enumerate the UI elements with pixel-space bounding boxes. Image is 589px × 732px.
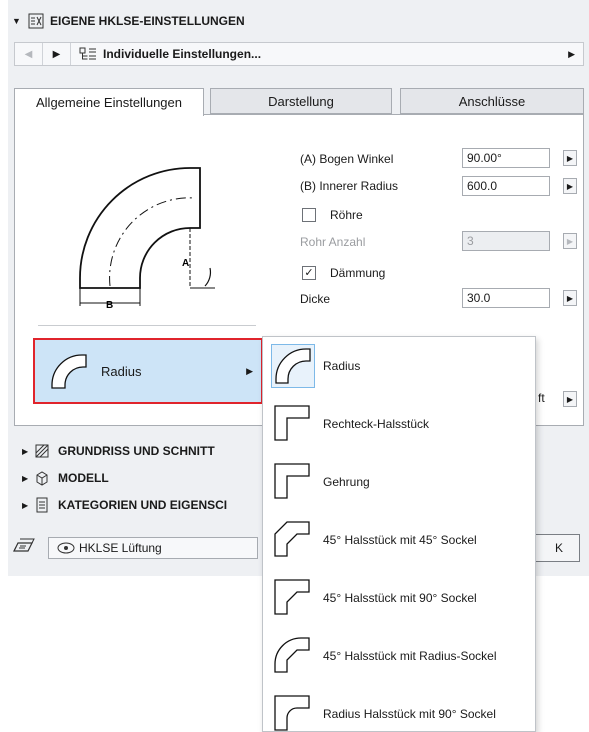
divider [38, 325, 256, 326]
menu-item-label: 45° Halsstück mit 90° Sockel [323, 591, 477, 605]
preview-label-b: B [106, 300, 113, 311]
elbow-type-dropdown: Radius Rechteck-Halsstück Gehrung 45° Ha… [262, 336, 536, 732]
menu-item-45-halsstueck-45-sockel[interactable]: 45° Halsstück mit 45° Sockel [263, 511, 535, 569]
menu-item-label: 45° Halsstück mit 45° Sockel [323, 533, 477, 547]
menu-item-radius-halsstueck-90-sockel[interactable]: Radius Halsstück mit 90° Sockel [263, 685, 535, 732]
tree-settings-icon [79, 47, 96, 60]
elbow-type-selector[interactable]: Radius ▶ [33, 338, 263, 404]
radius-throat-heel90-icon [271, 692, 315, 732]
menu-item-45-halsstueck-radius-sockel[interactable]: 45° Halsstück mit Radius-Sockel [263, 627, 535, 685]
dicke-label: Dicke [300, 292, 331, 306]
dicke-arrow-icon[interactable]: ▶ [563, 290, 577, 306]
bogen-winkel-arrow-icon[interactable]: ▶ [563, 150, 577, 166]
rohr-anzahl-input: 3 [462, 231, 550, 251]
menu-item-label: Radius [323, 359, 361, 373]
expand-triangle-icon: ▶ [22, 446, 29, 456]
elbow-type-label: Radius [101, 363, 142, 379]
collapse-triangle-icon[interactable]: ▼ [12, 16, 22, 26]
mitre-icon [271, 460, 315, 504]
expand-triangle-icon: ▶ [22, 500, 29, 510]
innerer-radius-input[interactable]: 600.0 [462, 176, 550, 196]
next-arrow-icon[interactable]: ▶ [43, 43, 71, 65]
model-cube-icon [34, 470, 50, 486]
rohr-anzahl-label: Rohr Anzahl [300, 235, 366, 249]
daemmung-checkbox[interactable]: ✓ [302, 266, 316, 280]
partial-arrow-icon[interactable]: ▶ [563, 391, 577, 407]
settings-navigator: ◀ ▶ Individuelle Einstellungen... ▶ [14, 42, 584, 66]
tab-label: Allgemeine Einstellungen [36, 95, 182, 110]
radius-elbow-icon [271, 344, 315, 388]
tab-bar: Allgemeine Einstellungen Darstellung Ans… [14, 88, 584, 116]
favorites-button[interactable]: HKLSE Lüftung [48, 537, 258, 559]
tab-anschluesse[interactable]: Anschlüsse [400, 88, 584, 114]
settings-selector[interactable]: Individuelle Einstellungen... [79, 46, 261, 62]
previous-arrow-icon[interactable]: ◀ [15, 43, 43, 65]
floor-plan-icon [34, 443, 50, 459]
elbow-preview-diagram: A B [79, 167, 215, 311]
selector-arrow-icon[interactable]: ▶ [568, 49, 575, 60]
bogen-winkel-label: (A) Bogen Winkel [300, 152, 394, 166]
partial-field-text: ft [538, 391, 545, 405]
preview-label-a: A [182, 258, 189, 269]
tab-label: Darstellung [268, 93, 334, 109]
submenu-arrow-icon: ▶ [246, 365, 253, 376]
daemmung-label: Dämmung [330, 266, 386, 280]
section-title: EIGENE HKLSE-EINSTELLUNGEN [50, 14, 245, 28]
section-label: GRUNDRISS UND SCHNITT [58, 444, 215, 458]
roehre-label: Röhre [330, 208, 363, 222]
radius-elbow-icon [51, 354, 87, 389]
throat45-radius-heel-icon [271, 634, 315, 678]
roehre-checkbox[interactable] [302, 208, 316, 222]
layer-icon[interactable] [12, 537, 38, 559]
menu-item-label: 45° Halsstück mit Radius-Sockel [323, 649, 497, 663]
throat45-heel90-icon [271, 576, 315, 620]
section-header[interactable]: ▼ EIGENE HKLSE-EINSTELLUNGEN [12, 8, 582, 34]
rohr-anzahl-arrow-icon: ▶ [563, 233, 577, 249]
document-list-icon [34, 497, 50, 513]
dicke-input[interactable]: 30.0 [462, 288, 550, 308]
favorites-label: HKLSE Lüftung [79, 541, 162, 555]
menu-item-radius[interactable]: Radius [263, 337, 535, 395]
ok-button-label: K [554, 541, 563, 555]
section-label: KATEGORIEN UND EIGENSCI [58, 498, 228, 512]
menu-item-label: Gehrung [323, 475, 370, 489]
innerer-radius-arrow-icon[interactable]: ▶ [563, 178, 577, 194]
bogen-winkel-input[interactable]: 90.00° [462, 148, 550, 168]
tab-darstellung[interactable]: Darstellung [210, 88, 392, 114]
rect-throat-icon [271, 402, 315, 446]
tab-label: Anschlüsse [458, 93, 526, 109]
settings-selector-label: Individuelle Einstellungen... [103, 47, 262, 61]
menu-item-45-halsstueck-90-sockel[interactable]: 45° Halsstück mit 90° Sockel [263, 569, 535, 627]
menu-item-label: Rechteck-Halsstück [323, 417, 430, 431]
section-label: MODELL [58, 471, 109, 485]
throat45-heel45-icon [271, 518, 315, 562]
menu-item-label: Radius Halsstück mit 90° Sockel [323, 707, 496, 721]
innerer-radius-label: (B) Innerer Radius [300, 179, 399, 193]
eye-icon [57, 542, 75, 554]
menu-item-rechteck-halsstueck[interactable]: Rechteck-Halsstück [263, 395, 535, 453]
menu-item-gehrung[interactable]: Gehrung [263, 453, 535, 511]
tab-allgemeine-einstellungen[interactable]: Allgemeine Einstellungen [14, 88, 204, 116]
hvac-settings-icon [28, 13, 44, 29]
expand-triangle-icon: ▶ [22, 473, 29, 483]
